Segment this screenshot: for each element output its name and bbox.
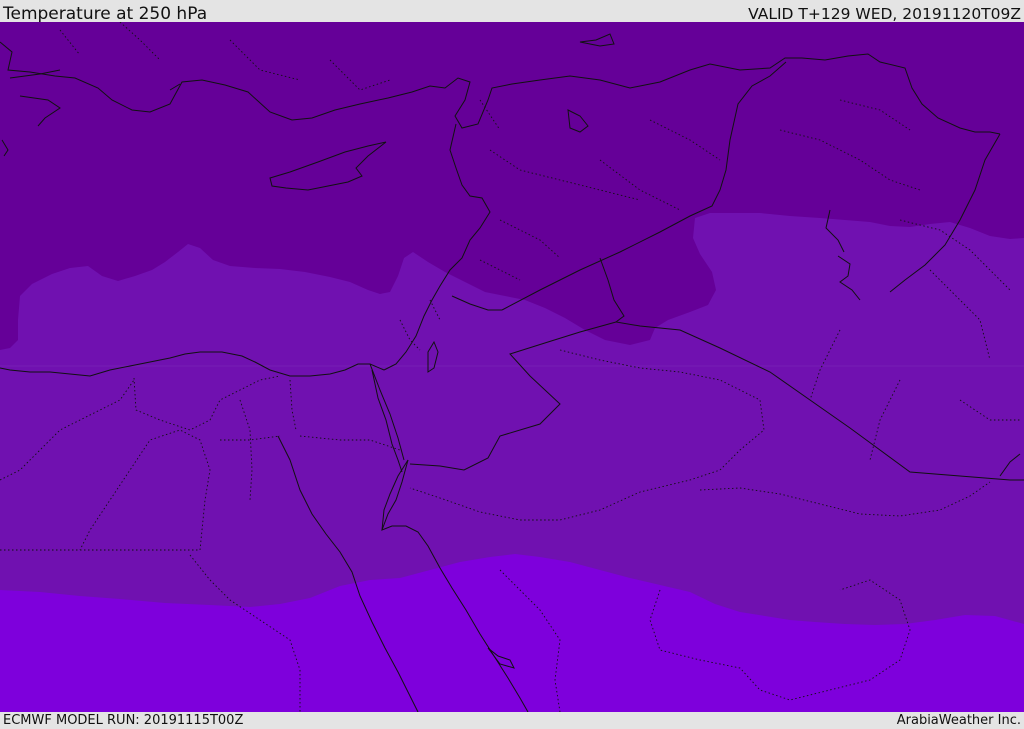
model-run-label: ECMWF MODEL RUN: 20191115T00Z xyxy=(3,713,244,728)
weather-map xyxy=(0,22,1024,712)
map-footer: ECMWF MODEL RUN: 20191115T00Z ArabiaWeat… xyxy=(0,712,1024,729)
credit-label: ArabiaWeather Inc. xyxy=(896,713,1021,728)
map-header: Temperature at 250 hPa VALID T+129 WED, … xyxy=(0,0,1024,24)
